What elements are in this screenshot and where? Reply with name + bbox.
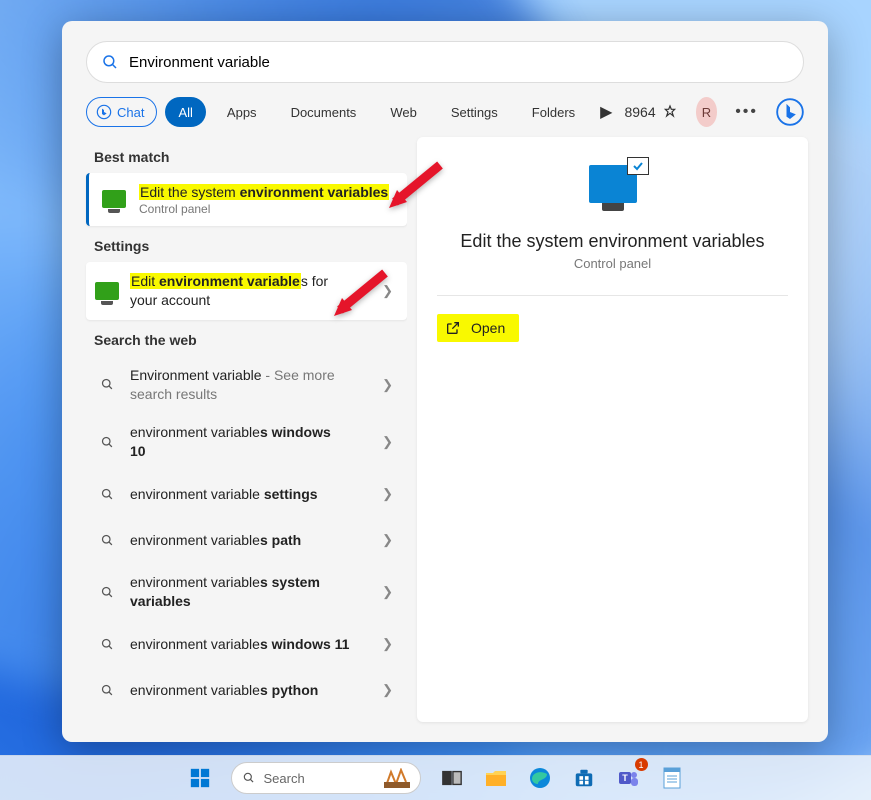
notepad-button[interactable] — [653, 759, 691, 797]
search-panel: Chat All Apps Documents Web Settings Fol… — [62, 21, 828, 742]
svg-text:T: T — [622, 773, 628, 783]
open-external-icon — [445, 320, 461, 336]
chevron-right-icon: ❯ — [382, 532, 399, 548]
web-result[interactable]: Environment variable - See more search r… — [86, 356, 407, 414]
web-result[interactable]: environment variables path ❯ — [86, 517, 407, 563]
open-button[interactable]: Open — [437, 314, 519, 342]
search-icon — [94, 481, 120, 507]
rewards-points[interactable]: 8964 — [624, 104, 677, 120]
web-result-title: environment variables path — [130, 531, 301, 550]
best-match-subtitle: Control panel — [139, 202, 389, 216]
search-input[interactable] — [129, 54, 789, 71]
search-icon — [94, 372, 120, 398]
filter-row: Chat All Apps Documents Web Settings Fol… — [86, 97, 804, 127]
web-result[interactable]: environment variables system variables ❯ — [86, 563, 407, 621]
rewards-icon — [662, 104, 678, 120]
start-button[interactable] — [181, 759, 219, 797]
user-avatar[interactable]: R — [696, 97, 718, 127]
settings-icon — [94, 278, 120, 304]
search-bar[interactable] — [86, 41, 804, 83]
web-result-title: environment variable settings — [130, 485, 318, 504]
system-properties-icon — [99, 184, 129, 214]
task-view-button[interactable] — [433, 759, 471, 797]
preview-app-icon — [589, 165, 637, 211]
taskbar-search-placeholder: Search — [264, 771, 305, 786]
search-icon — [94, 579, 120, 605]
web-result[interactable]: environment variable settings ❯ — [86, 471, 407, 517]
divider — [437, 295, 788, 296]
chevron-right-icon: ❯ — [382, 434, 399, 450]
chat-chip-label: Chat — [117, 105, 144, 120]
preview-subtitle: Control panel — [574, 256, 651, 271]
chat-chip[interactable]: Chat — [86, 97, 157, 127]
preview-title: Edit the system environment variables — [460, 231, 764, 252]
edge-button[interactable] — [521, 759, 559, 797]
open-button-label: Open — [471, 320, 505, 336]
chevron-right-icon: ❯ — [382, 377, 399, 393]
web-result[interactable]: environment variables python ❯ — [86, 667, 407, 713]
teams-button[interactable]: T 1 — [609, 759, 647, 797]
bing-icon[interactable] — [776, 98, 804, 126]
web-result-title: Environment variable - See more search r… — [130, 366, 350, 404]
best-match-result[interactable]: Edit the system environment variables Co… — [86, 173, 407, 226]
web-result[interactable]: environment variables windows 10 ❯ — [86, 413, 407, 471]
settings-result-title: Edit environment variables for your acco… — [130, 272, 330, 310]
chevron-right-icon: ❯ — [382, 584, 399, 600]
filter-web[interactable]: Web — [377, 97, 430, 127]
preview-card: Edit the system environment variables Co… — [417, 137, 808, 722]
filter-documents[interactable]: Documents — [278, 97, 370, 127]
search-icon — [101, 53, 119, 71]
search-icon — [94, 677, 120, 703]
taskbar-search-accent-icon — [384, 768, 410, 788]
search-icon — [94, 527, 120, 553]
section-settings: Settings — [94, 238, 399, 254]
section-web: Search the web — [94, 332, 399, 348]
microsoft-store-button[interactable] — [565, 759, 603, 797]
filter-more-icon[interactable]: ▶ — [596, 102, 616, 122]
annotation-arrow — [385, 160, 445, 220]
chevron-right-icon: ❯ — [382, 636, 399, 652]
best-match-title: Edit the system environment variables — [139, 183, 389, 202]
annotation-arrow — [330, 268, 390, 328]
web-result-title: environment variables system variables — [130, 573, 350, 611]
search-icon — [94, 631, 120, 657]
overflow-menu-icon[interactable]: ••• — [735, 103, 758, 121]
web-result-title: environment variables windows 11 — [130, 635, 349, 654]
chevron-right-icon: ❯ — [382, 486, 399, 502]
filter-all[interactable]: All — [165, 97, 205, 127]
filter-settings[interactable]: Settings — [438, 97, 511, 127]
web-result-title: environment variables python — [130, 681, 318, 700]
taskbar: Search T 1 — [0, 755, 871, 800]
bing-chat-icon — [96, 104, 112, 120]
search-icon — [94, 429, 120, 455]
taskbar-search[interactable]: Search — [231, 762, 421, 794]
file-explorer-button[interactable] — [477, 759, 515, 797]
preview-column: Edit the system environment variables Co… — [407, 137, 828, 740]
chevron-right-icon: ❯ — [382, 682, 399, 698]
section-best-match: Best match — [94, 149, 399, 165]
filter-apps[interactable]: Apps — [214, 97, 270, 127]
web-result[interactable]: environment variables windows 11 ❯ — [86, 621, 407, 667]
search-icon — [242, 771, 256, 785]
filter-folders[interactable]: Folders — [519, 97, 588, 127]
web-result-title: environment variables windows 10 — [130, 423, 350, 461]
results-column: Best match Edit the system environment v… — [62, 137, 407, 740]
